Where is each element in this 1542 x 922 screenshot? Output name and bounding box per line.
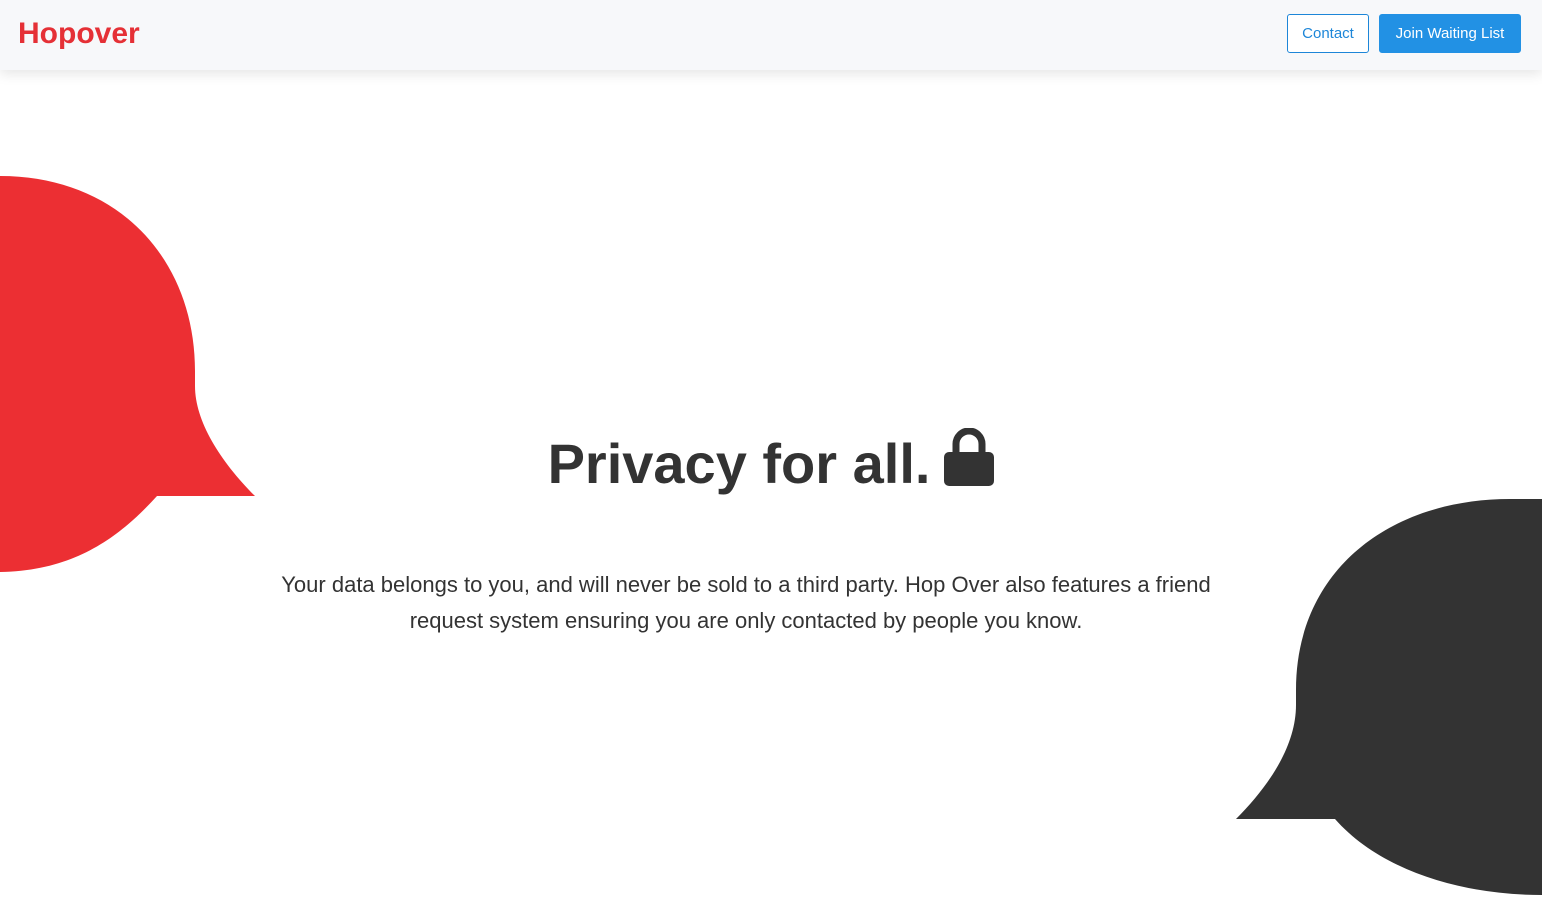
hero-description: Your data belongs to you, and will never…	[281, 572, 1211, 633]
hero-title: Privacy for all.	[0, 428, 1542, 499]
navbar: Hopover Contact Join Waiting List	[0, 0, 1542, 70]
dark-speech-bubble-decoration	[1236, 499, 1542, 895]
hopover-logo-mark: Hopover	[18, 17, 140, 50]
join-waiting-list-button[interactable]: Join Waiting List	[1379, 14, 1521, 53]
red-speech-bubble-decoration	[0, 176, 255, 572]
logo-text: Hopover	[18, 17, 140, 50]
lock-icon	[944, 428, 995, 486]
contact-button[interactable]: Contact	[1287, 14, 1369, 53]
hopover-logo[interactable]: Hopover	[18, 15, 158, 51]
hero-title-text: Privacy for all.	[547, 432, 931, 495]
